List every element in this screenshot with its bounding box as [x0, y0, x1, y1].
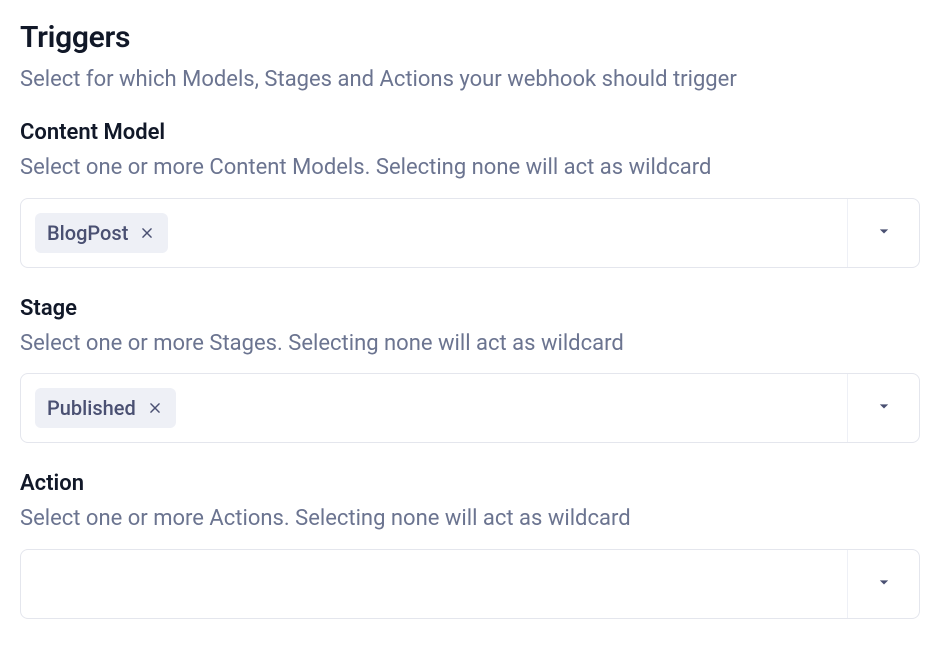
content-model-select[interactable]: BlogPost — [20, 198, 920, 268]
stage-chip: Published — [35, 388, 176, 428]
chip-label: BlogPost — [47, 221, 128, 245]
content-model-chip: BlogPost — [35, 213, 168, 253]
chevron-down-icon — [874, 572, 894, 596]
content-model-select-body[interactable]: BlogPost — [21, 199, 847, 267]
action-select-body[interactable] — [21, 550, 847, 618]
stage-select[interactable]: Published — [20, 373, 920, 443]
stage-field: Stage Select one or more Stages. Selecti… — [20, 296, 920, 444]
action-label: Action — [20, 471, 920, 496]
content-model-dropdown-toggle[interactable] — [847, 199, 919, 267]
action-dropdown-toggle[interactable] — [847, 550, 919, 618]
content-model-label: Content Model — [20, 120, 920, 145]
triggers-title: Triggers — [20, 20, 920, 55]
close-icon[interactable] — [138, 224, 156, 242]
stage-dropdown-toggle[interactable] — [847, 374, 919, 442]
action-help: Select one or more Actions. Selecting no… — [20, 504, 920, 535]
stage-help: Select one or more Stages. Selecting non… — [20, 329, 920, 360]
action-field: Action Select one or more Actions. Selec… — [20, 471, 920, 619]
chevron-down-icon — [874, 396, 894, 420]
stage-label: Stage — [20, 296, 920, 321]
chip-label: Published — [47, 396, 136, 420]
action-select[interactable] — [20, 549, 920, 619]
content-model-help: Select one or more Content Models. Selec… — [20, 153, 920, 184]
triggers-subtitle: Select for which Models, Stages and Acti… — [20, 65, 920, 96]
chevron-down-icon — [874, 221, 894, 245]
close-icon[interactable] — [146, 399, 164, 417]
stage-select-body[interactable]: Published — [21, 374, 847, 442]
content-model-field: Content Model Select one or more Content… — [20, 120, 920, 268]
